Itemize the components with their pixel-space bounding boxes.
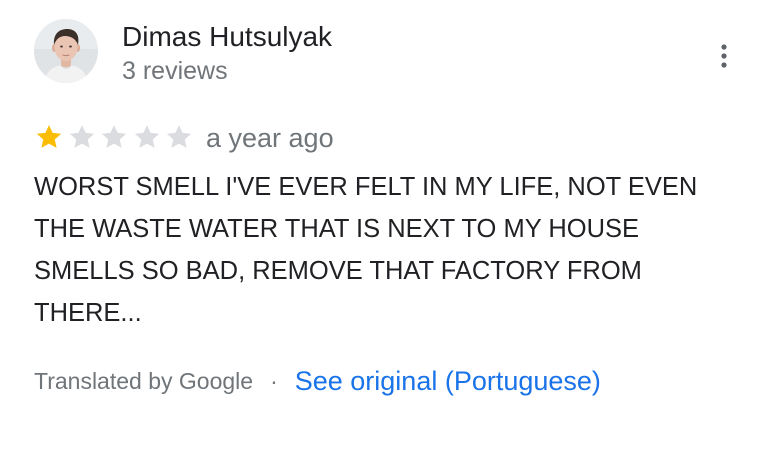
review-card: Dimas Hutsulyak 3 reviews a year ago WOR…: [0, 0, 766, 458]
avatar-photo-icon: [34, 19, 98, 83]
reviewer-name[interactable]: Dimas Hutsulyak: [122, 19, 332, 55]
review-date: a year ago: [206, 123, 334, 153]
star-empty-icon: [164, 122, 194, 152]
star-rating: [34, 122, 197, 152]
star-filled-icon: [34, 122, 64, 152]
star-empty-icon: [132, 122, 162, 152]
separator-dot: ·: [270, 367, 278, 394]
see-original-link[interactable]: See original (Portuguese): [295, 366, 601, 397]
more-options-button[interactable]: [704, 36, 744, 76]
star-empty-icon: [67, 122, 97, 152]
star-empty-icon: [99, 122, 129, 152]
reviewer-reviews-count: 3 reviews: [122, 57, 228, 85]
more-vert-icon: [721, 44, 727, 68]
review-text: WORST SMELL I'VE EVER FELT IN MY LIFE, N…: [34, 173, 698, 327]
translated-by-label: Translated by Google: [34, 367, 254, 394]
translation-row: Translated by Google · See original (Por…: [34, 364, 601, 398]
reviewer-avatar[interactable]: [34, 19, 98, 83]
